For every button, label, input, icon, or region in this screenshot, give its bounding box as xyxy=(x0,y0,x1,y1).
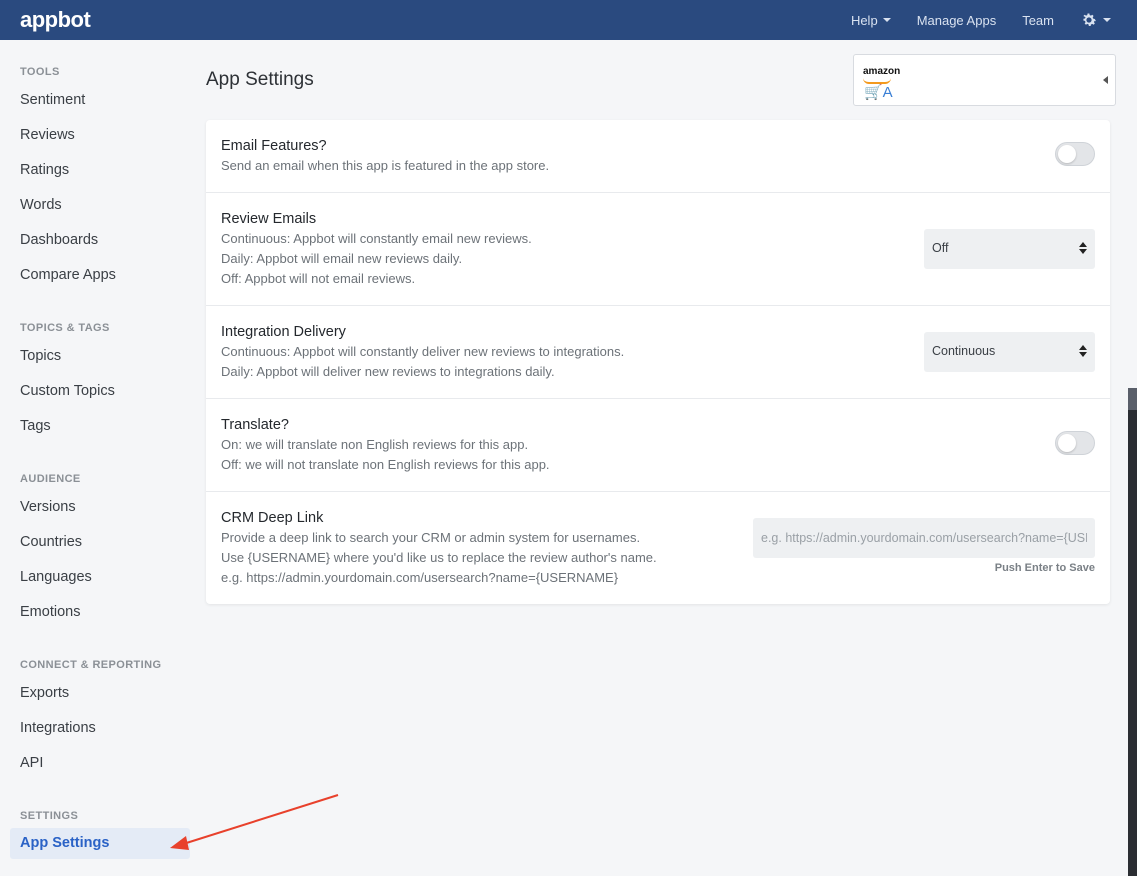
review-emails-select[interactable]: Off xyxy=(924,229,1095,269)
top-nav: Help Manage Apps Team xyxy=(825,0,1111,40)
integration-delivery-select[interactable]: Continuous xyxy=(924,332,1095,372)
review-emails-desc-continuous: Continuous: Appbot will constantly email… xyxy=(221,231,532,246)
crm-title: CRM Deep Link xyxy=(221,510,324,526)
sidebar-item-versions[interactable]: Versions xyxy=(20,499,76,515)
team-link[interactable]: Team xyxy=(1022,13,1054,28)
sidebar-heading-audience: AUDIENCE xyxy=(20,473,81,485)
help-menu[interactable]: Help xyxy=(851,13,891,28)
push-enter-hint: Push Enter to Save xyxy=(994,562,1095,574)
sidebar: TOOLS Sentiment Reviews Ratings Words Da… xyxy=(0,40,190,876)
sidebar-item-ratings[interactable]: Ratings xyxy=(20,162,69,178)
review-emails-desc-off: Off: Appbot will not email reviews. xyxy=(221,271,416,286)
toggle-knob xyxy=(1058,145,1076,163)
email-features-desc: Send an email when this app is featured … xyxy=(221,158,550,173)
sidebar-item-tags[interactable]: Tags xyxy=(20,418,51,434)
amazon-logo: amazon xyxy=(863,66,901,77)
translate-desc-off: Off: we will not translate non English r… xyxy=(221,457,550,472)
sidebar-item-dashboards[interactable]: Dashboards xyxy=(20,232,98,248)
sidebar-item-countries[interactable]: Countries xyxy=(20,534,82,550)
crm-deep-link-row: CRM Deep Link Provide a deep link to sea… xyxy=(206,492,1110,604)
sidebar-item-reviews[interactable]: Reviews xyxy=(20,127,75,143)
crm-desc-example: e.g. https://admin.yourdomain.com/userse… xyxy=(221,570,619,585)
sidebar-item-words[interactable]: Words xyxy=(20,197,62,213)
sidebar-item-api[interactable]: API xyxy=(20,755,43,771)
chevron-down-icon xyxy=(1103,18,1111,22)
email-features-title: Email Features? xyxy=(221,138,327,154)
translate-toggle[interactable] xyxy=(1055,431,1095,455)
translate-title: Translate? xyxy=(221,417,289,433)
select-arrows-icon xyxy=(1079,242,1087,256)
toggle-knob xyxy=(1058,434,1076,452)
manage-apps-link[interactable]: Manage Apps xyxy=(917,13,997,28)
sidebar-heading-settings: SETTINGS xyxy=(20,810,79,822)
translate-row: Translate? On: we will translate non Eng… xyxy=(206,399,1110,492)
sidebar-item-languages[interactable]: Languages xyxy=(20,569,92,585)
sidebar-item-emotions[interactable]: Emotions xyxy=(20,604,80,620)
sidebar-heading-tools: TOOLS xyxy=(20,66,60,78)
sidebar-item-compare-apps[interactable]: Compare Apps xyxy=(20,267,116,283)
sidebar-item-sentiment[interactable]: Sentiment xyxy=(20,92,85,108)
background-window-edge xyxy=(1128,388,1137,876)
sidebar-item-app-settings[interactable]: App Settings xyxy=(10,828,190,859)
integration-delivery-title: Integration Delivery xyxy=(221,324,346,340)
integration-delivery-value: Continuous xyxy=(932,344,996,358)
review-emails-row: Review Emails Continuous: Appbot will co… xyxy=(206,193,1110,306)
integration-delivery-desc-continuous: Continuous: Appbot will constantly deliv… xyxy=(221,344,625,359)
sidebar-item-custom-topics[interactable]: Custom Topics xyxy=(20,383,115,399)
select-arrows-icon xyxy=(1079,345,1087,359)
sidebar-heading-topics: TOPICS & TAGS xyxy=(20,322,110,334)
help-label: Help xyxy=(850,12,878,28)
integration-delivery-desc-daily: Daily: Appbot will deliver new reviews t… xyxy=(221,364,555,379)
crm-deep-link-input[interactable] xyxy=(753,518,1095,558)
review-emails-desc-daily: Daily: Appbot will email new reviews dai… xyxy=(221,251,463,266)
page-title: App Settings xyxy=(206,69,314,90)
email-features-toggle[interactable] xyxy=(1055,142,1095,166)
chevron-left-icon xyxy=(1103,76,1108,84)
review-emails-title: Review Emails xyxy=(221,211,317,227)
integration-delivery-row: Integration Delivery Continuous: Appbot … xyxy=(206,306,1110,399)
app-store-cart-icon: 🛒A xyxy=(864,84,893,101)
sidebar-item-integrations[interactable]: Integrations xyxy=(20,720,96,736)
chevron-down-icon xyxy=(882,18,891,22)
appbot-logo[interactable]: appbot xyxy=(20,7,91,33)
crm-desc-use: Use {USERNAME} where you'd like us to re… xyxy=(221,550,657,565)
sidebar-heading-connect: CONNECT & REPORTING xyxy=(20,659,162,671)
settings-menu[interactable] xyxy=(1080,11,1111,29)
translate-desc-on: On: we will translate non English review… xyxy=(221,437,529,452)
sidebar-item-exports[interactable]: Exports xyxy=(20,685,69,701)
settings-card: Email Features? Send an email when this … xyxy=(206,120,1110,604)
top-nav-bar: appbot Help Manage Apps Team xyxy=(0,0,1137,40)
email-features-row: Email Features? Send an email when this … xyxy=(206,120,1110,193)
sidebar-item-topics[interactable]: Topics xyxy=(20,348,61,364)
app-picker[interactable]: amazon 🛒A xyxy=(853,54,1116,106)
review-emails-value: Off xyxy=(932,241,949,255)
background-window-titlebar xyxy=(1128,388,1137,410)
gear-icon xyxy=(1083,13,1097,27)
crm-desc-provide: Provide a deep link to search your CRM o… xyxy=(221,530,641,545)
